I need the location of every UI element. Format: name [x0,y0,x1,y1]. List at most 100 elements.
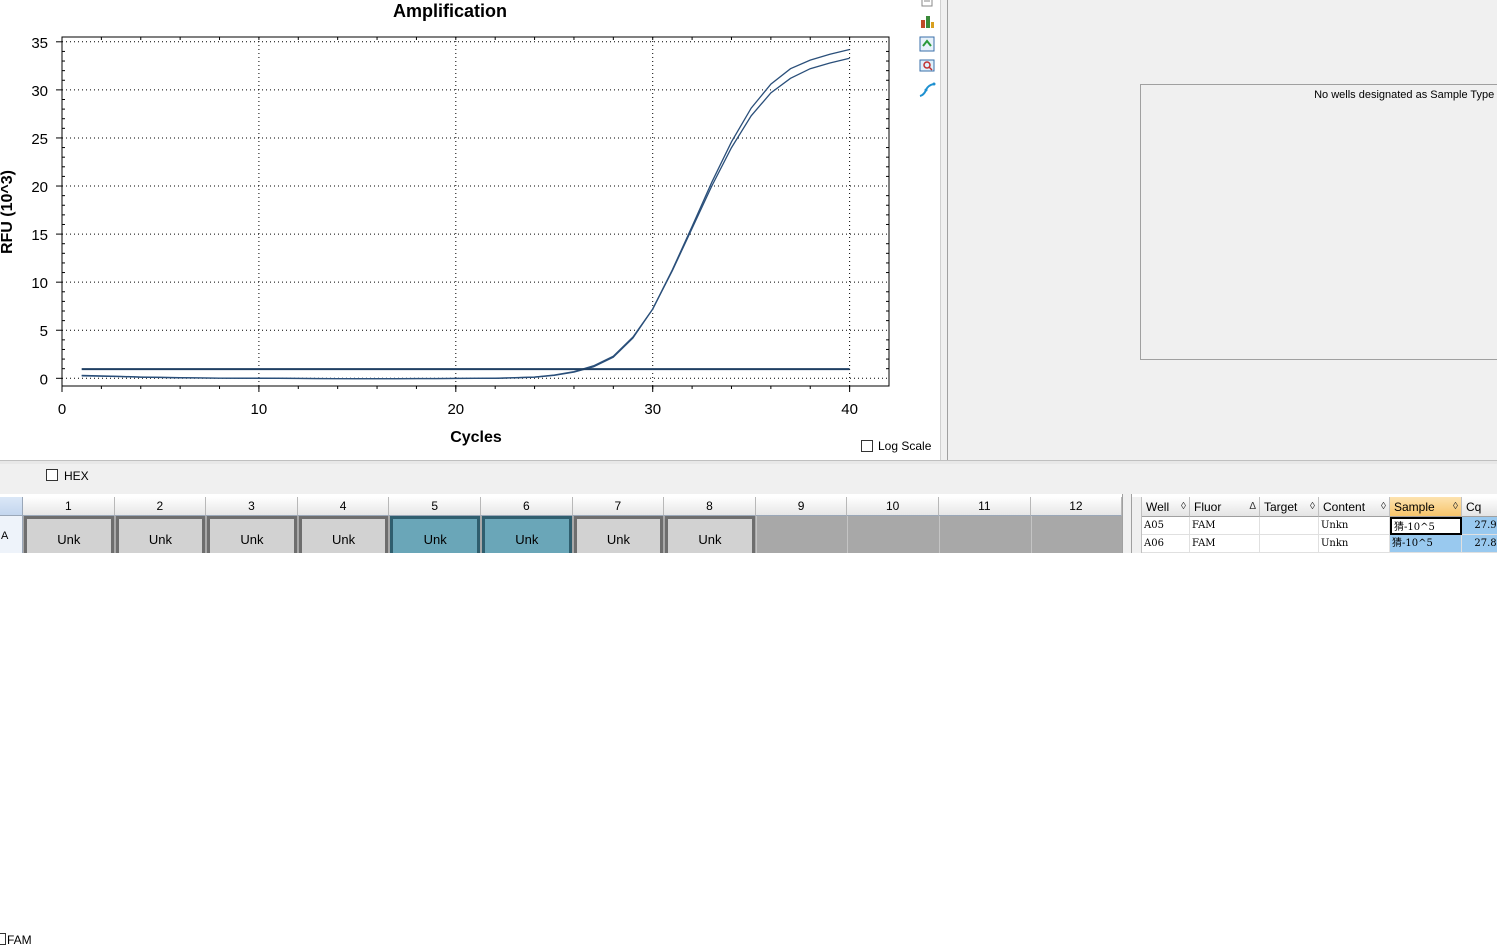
no-standards-message: No wells designated as Sample Type st [1314,89,1497,101]
plate-column-header-8[interactable]: 8 [664,497,756,516]
sort-icon[interactable]: ◊ [1453,497,1458,517]
column-header-sample[interactable]: Sample ◊ [1390,497,1462,517]
table-cell-sample[interactable]: 猜-10^5 [1390,517,1462,535]
chart-toolbar [914,0,940,110]
plate-column-header-10[interactable]: 10 [847,497,939,516]
plate-well-A7[interactable]: Unk [573,516,664,553]
column-header-target[interactable]: Target ◊ [1260,497,1319,517]
column-header-label: Cq [1466,500,1482,514]
x-tick-label: 10 [251,401,268,418]
column-header-label: Content [1323,500,1366,514]
x-axis-label: Cycles [450,429,502,446]
plate-corner[interactable] [0,497,23,516]
plate-well-A11[interactable] [939,516,1031,553]
row-gutter[interactable] [1132,517,1142,535]
log-scale-toggle[interactable]: Log Scale [861,439,931,453]
copy-icon[interactable] [918,0,936,10]
table-cell-target[interactable] [1260,535,1319,553]
y-tick-label: 30 [31,83,48,100]
plate-well-A8[interactable]: Unk [665,516,755,553]
plate-column-header-5[interactable]: 5 [389,497,481,516]
plate-column-header-4[interactable]: 4 [297,497,390,516]
export-icon[interactable] [918,12,936,30]
row-gutter[interactable] [1132,535,1142,553]
y-tick-label: 20 [31,179,48,196]
table-cell-well[interactable]: A06 [1142,535,1190,553]
refresh-icon[interactable] [918,35,936,53]
amplification-curve-1[interactable] [81,48,850,380]
table-cell-well[interactable]: A05 [1142,517,1190,535]
column-header-fluor[interactable]: Fluor Δ [1190,497,1260,517]
y-tick-label: 0 [40,371,48,388]
column-header-label: Target [1264,500,1298,514]
y-tick-label: 35 [31,35,48,52]
plate-column-header-2[interactable]: 2 [114,497,207,516]
table-cell-fluor[interactable]: FAM [1190,517,1260,535]
table-cell-target[interactable] [1260,517,1319,535]
fam-label: FAM [7,933,32,947]
sort-icon[interactable]: ◊ [1181,497,1186,517]
amplification-chart-panel: Amplification 0 10 20 30 40 0 5 10 15 20 25 30 35 Cy… [0,0,940,460]
plate-column-header-6[interactable]: 6 [481,497,573,516]
plate-well-A1[interactable]: Unk [24,516,114,553]
plot-area-frame [61,36,890,387]
y-tick-label: 5 [40,323,48,340]
sort-icon[interactable]: ◊ [1381,497,1386,517]
table-cell-sample[interactable]: 猜-10^5 [1390,535,1462,553]
standard-curve-panel: No wells designated as Sample Type st [948,0,1497,460]
plate-column-header-1[interactable]: 1 [23,497,115,516]
table-cell-cq[interactable]: 27.94 [1462,517,1497,535]
column-header-cq[interactable]: Cq◊ [1462,497,1497,517]
table-cell-fluor[interactable]: FAM [1190,535,1260,553]
plate-column-header-11[interactable]: 11 [939,497,1031,516]
log-scale-checkbox[interactable] [861,440,873,452]
hex-label: HEX [64,469,89,483]
table-cell-content[interactable]: Unkn [1319,517,1390,535]
plate-well-A3[interactable]: Unk [207,516,297,553]
table-cell-cq[interactable]: 27.83 [1462,535,1497,553]
plate-column-header-12[interactable]: 12 [1030,497,1123,516]
plate-well-A2[interactable]: Unk [115,516,206,553]
plate-well-A4[interactable]: Unk [298,516,389,553]
log-scale-label: Log Scale [878,439,932,453]
well-data-table: Well◊FluorΔTarget◊Content◊Sample◊Cq◊ A05… [1132,497,1497,553]
column-header-well[interactable]: Well ◊ [1142,497,1190,517]
table-splitter[interactable] [1122,494,1132,553]
plate-well-A6[interactable]: Unk [482,516,572,553]
fam-checkbox[interactable] [0,933,6,945]
chart-grid [62,37,889,386]
chart-title: Amplification [393,1,507,21]
chart-series [81,48,850,380]
standard-curve-box: No wells designated as Sample Type st [1140,84,1497,360]
x-tick-label: 30 [644,401,661,418]
column-header-label: Fluor [1194,500,1222,514]
plate-column-header-9[interactable]: 9 [755,497,848,516]
sort-icon[interactable]: Δ [1249,497,1256,517]
x-tick-label: 40 [841,401,858,418]
plate-column-header-7[interactable]: 7 [572,497,665,516]
fluorophore-bar: FAM HEX [0,464,1497,947]
plate-well-A9[interactable] [755,516,848,553]
chart-ticks: 0 10 20 30 40 0 5 10 15 20 25 30 35 [31,35,889,418]
table-corner [1132,497,1142,517]
plate-view: 1 2 3 4 5 6 7 8 9 10 11 12 A Unk Unk Unk Unk Unk Unk Unk U… [0,497,1123,553]
x-tick-label: 20 [447,401,464,418]
plate-well-A12[interactable] [1030,516,1123,553]
plate-well-A5[interactable]: Unk [390,516,480,553]
vertical-splitter[interactable] [940,0,948,462]
amplification-chart: Amplification 0 10 20 30 40 0 5 10 15 20 25 30 35 Cy… [0,1,890,446]
sort-icon[interactable]: ◊ [1310,497,1315,517]
column-header-label: Sample [1394,500,1435,514]
hex-checkbox[interactable] [46,469,58,481]
x-tick-label: 0 [58,401,66,418]
y-axis-label: RFU (10^3) [0,170,16,254]
column-header-content[interactable]: Content ◊ [1319,497,1390,517]
plate-well-A10[interactable] [847,516,939,553]
zoom-icon[interactable] [918,57,936,75]
y-tick-label: 25 [31,131,48,148]
plate-column-header-3[interactable]: 3 [206,497,298,516]
table-cell-content[interactable]: Unkn [1319,535,1390,553]
curve-icon[interactable] [918,81,936,99]
plate-row-header[interactable]: A [0,516,23,553]
y-tick-label: 10 [31,275,48,292]
